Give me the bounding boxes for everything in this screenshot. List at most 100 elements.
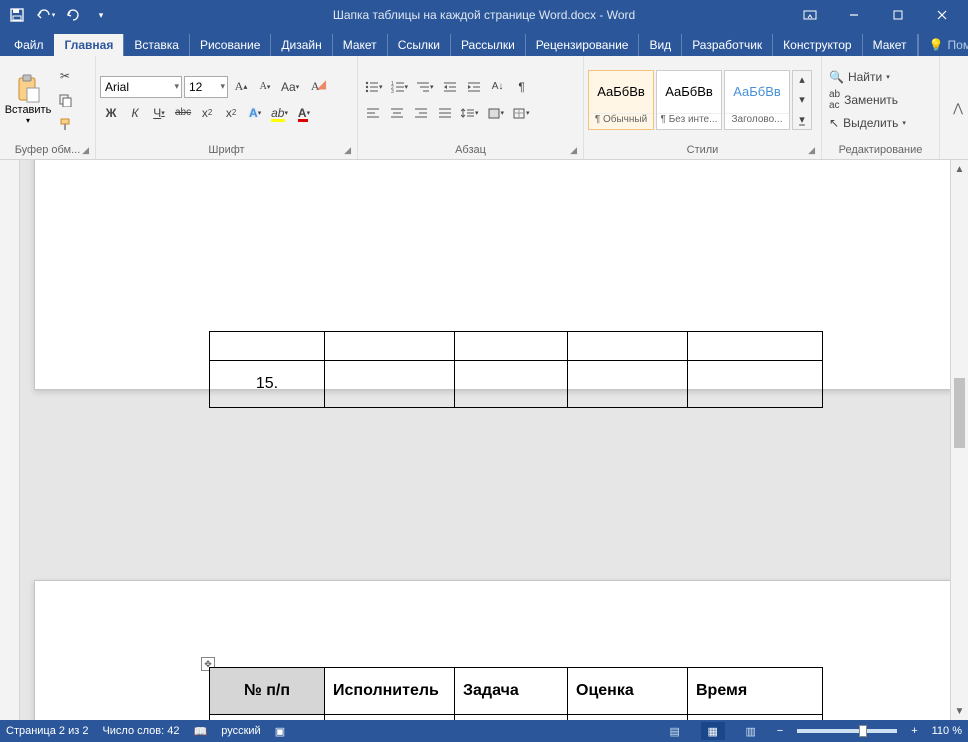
- qat-customize-icon[interactable]: ▾: [88, 2, 114, 28]
- italic-button[interactable]: К: [124, 102, 146, 124]
- font-size-combo[interactable]: 12▾: [184, 76, 228, 98]
- scroll-up-icon[interactable]: ▲: [951, 160, 968, 178]
- style-heading1[interactable]: АаБбВвЗаголово...: [724, 70, 790, 130]
- strike-button[interactable]: abc: [172, 102, 194, 124]
- shrink-font-icon[interactable]: A▾: [254, 76, 276, 98]
- status-words[interactable]: Число слов: 42: [102, 725, 179, 737]
- zoom-knob[interactable]: [859, 725, 867, 737]
- align-justify-icon[interactable]: [434, 102, 456, 124]
- font-color-icon[interactable]: A▾: [293, 102, 315, 124]
- collapse-ribbon-icon[interactable]: ⋀: [948, 56, 968, 159]
- status-macro-icon[interactable]: ▣: [275, 725, 285, 738]
- tab-mailings[interactable]: Рассылки: [450, 34, 525, 56]
- cell-num[interactable]: 16.: [210, 715, 325, 721]
- styles-more-icon[interactable]: ▾̲: [793, 111, 811, 129]
- change-case-icon[interactable]: Aa▾: [278, 76, 302, 98]
- tab-layout[interactable]: Макет: [332, 34, 387, 56]
- style-normal[interactable]: АаБбВв¶ Обычный: [588, 70, 654, 130]
- tab-design[interactable]: Дизайн: [270, 34, 331, 56]
- vertical-ruler[interactable]: [0, 160, 20, 720]
- line-spacing-icon[interactable]: ▾: [458, 102, 482, 124]
- styles-launcher-icon[interactable]: ◢: [808, 145, 815, 156]
- table-page1[interactable]: 15.: [209, 331, 823, 408]
- redo-icon[interactable]: [60, 2, 86, 28]
- copy-icon[interactable]: [54, 89, 76, 111]
- tab-insert[interactable]: Вставка: [123, 34, 189, 56]
- tell-me[interactable]: 💡Помощн: [918, 34, 968, 56]
- font-launcher-icon[interactable]: ◢: [344, 145, 351, 156]
- zoom-out-icon[interactable]: −: [777, 725, 783, 737]
- para-launcher-icon[interactable]: ◢: [570, 145, 577, 156]
- select-button[interactable]: ↖Выделить▾: [826, 115, 909, 131]
- font-name-combo[interactable]: Arial▾: [100, 76, 182, 98]
- document-scroll[interactable]: 15. ✥ № п/п Исполнитель Задача Оценка Вр…: [20, 160, 968, 720]
- zoom-in-icon[interactable]: +: [911, 725, 917, 737]
- align-center-icon[interactable]: [386, 102, 408, 124]
- grow-font-icon[interactable]: A▴: [230, 76, 252, 98]
- zoom-slider[interactable]: [797, 729, 897, 733]
- status-page[interactable]: Страница 2 из 2: [6, 725, 88, 737]
- scroll-down-icon[interactable]: ▼: [951, 702, 968, 720]
- header-num[interactable]: № п/п: [210, 668, 325, 715]
- bullets-icon[interactable]: ▾: [362, 76, 386, 98]
- vertical-scrollbar[interactable]: ▲ ▼: [950, 160, 968, 720]
- close-icon[interactable]: [920, 0, 964, 30]
- paste-button[interactable]: Вставить ▾: [4, 67, 52, 133]
- view-print-icon[interactable]: ▦: [701, 722, 725, 740]
- clear-format-icon[interactable]: A◢: [304, 76, 326, 98]
- cut-icon[interactable]: ✂: [54, 65, 76, 87]
- view-web-icon[interactable]: ▥: [739, 722, 763, 740]
- style-no-spacing[interactable]: АаБбВв¶ Без инте...: [656, 70, 722, 130]
- status-proofing-icon[interactable]: 📖: [194, 725, 208, 738]
- header-performer[interactable]: Исполнитель: [325, 668, 455, 715]
- bold-button[interactable]: Ж: [100, 102, 122, 124]
- multilevel-icon[interactable]: ▾: [413, 76, 437, 98]
- status-language[interactable]: русский: [221, 725, 260, 737]
- borders-icon[interactable]: ▾: [509, 102, 533, 124]
- tab-review[interactable]: Рецензирование: [525, 34, 639, 56]
- header-task[interactable]: Задача: [455, 668, 568, 715]
- ribbon-options-icon[interactable]: [788, 0, 832, 30]
- styles-up-icon[interactable]: ▴: [793, 71, 811, 89]
- format-painter-icon[interactable]: [54, 113, 76, 135]
- tab-home[interactable]: Главная: [54, 34, 124, 56]
- page-1[interactable]: 15.: [34, 160, 954, 390]
- table-page2[interactable]: № п/п Исполнитель Задача Оценка Время 16…: [209, 667, 823, 720]
- tab-draw[interactable]: Рисование: [189, 34, 270, 56]
- replace-button[interactable]: abacЗаменить: [826, 88, 901, 112]
- underline-button[interactable]: Ч▾: [148, 102, 170, 124]
- maximize-icon[interactable]: [876, 0, 920, 30]
- view-read-icon[interactable]: ▤: [663, 722, 687, 740]
- highlight-icon[interactable]: ab▾: [268, 102, 291, 124]
- cell-num[interactable]: 15.: [210, 361, 325, 408]
- align-right-icon[interactable]: [410, 102, 432, 124]
- subscript-icon[interactable]: x2: [196, 102, 218, 124]
- tab-view[interactable]: Вид: [638, 34, 681, 56]
- text-effects-icon[interactable]: A▾: [244, 102, 266, 124]
- clipboard-launcher-icon[interactable]: ◢: [82, 145, 89, 156]
- zoom-value[interactable]: 110 %: [932, 725, 962, 737]
- tab-developer[interactable]: Разработчик: [681, 34, 772, 56]
- scrollbar-thumb[interactable]: [954, 378, 965, 448]
- align-left-icon[interactable]: [362, 102, 384, 124]
- superscript-icon[interactable]: x2: [220, 102, 242, 124]
- show-marks-icon[interactable]: ¶: [511, 76, 533, 98]
- tab-table-design[interactable]: Конструктор: [772, 34, 861, 56]
- page-2[interactable]: ✥ № п/п Исполнитель Задача Оценка Время …: [34, 580, 954, 720]
- styles-down-icon[interactable]: ▾: [793, 91, 811, 109]
- indent-decrease-icon[interactable]: [439, 76, 461, 98]
- tab-table-layout[interactable]: Макет: [862, 34, 918, 56]
- find-button[interactable]: 🔍Найти▾: [826, 69, 893, 85]
- header-time[interactable]: Время: [688, 668, 823, 715]
- shading-icon[interactable]: ▾: [484, 102, 508, 124]
- tab-references[interactable]: Ссылки: [387, 34, 450, 56]
- numbering-icon[interactable]: 123▾: [388, 76, 412, 98]
- sort-icon[interactable]: A↓: [487, 76, 509, 98]
- indent-increase-icon[interactable]: [463, 76, 485, 98]
- tab-file[interactable]: Файл: [4, 34, 54, 56]
- minimize-icon[interactable]: [832, 0, 876, 30]
- replace-icon: abac: [829, 89, 840, 111]
- header-rating[interactable]: Оценка: [568, 668, 688, 715]
- undo-icon[interactable]: ▾: [32, 2, 58, 28]
- save-icon[interactable]: [4, 2, 30, 28]
